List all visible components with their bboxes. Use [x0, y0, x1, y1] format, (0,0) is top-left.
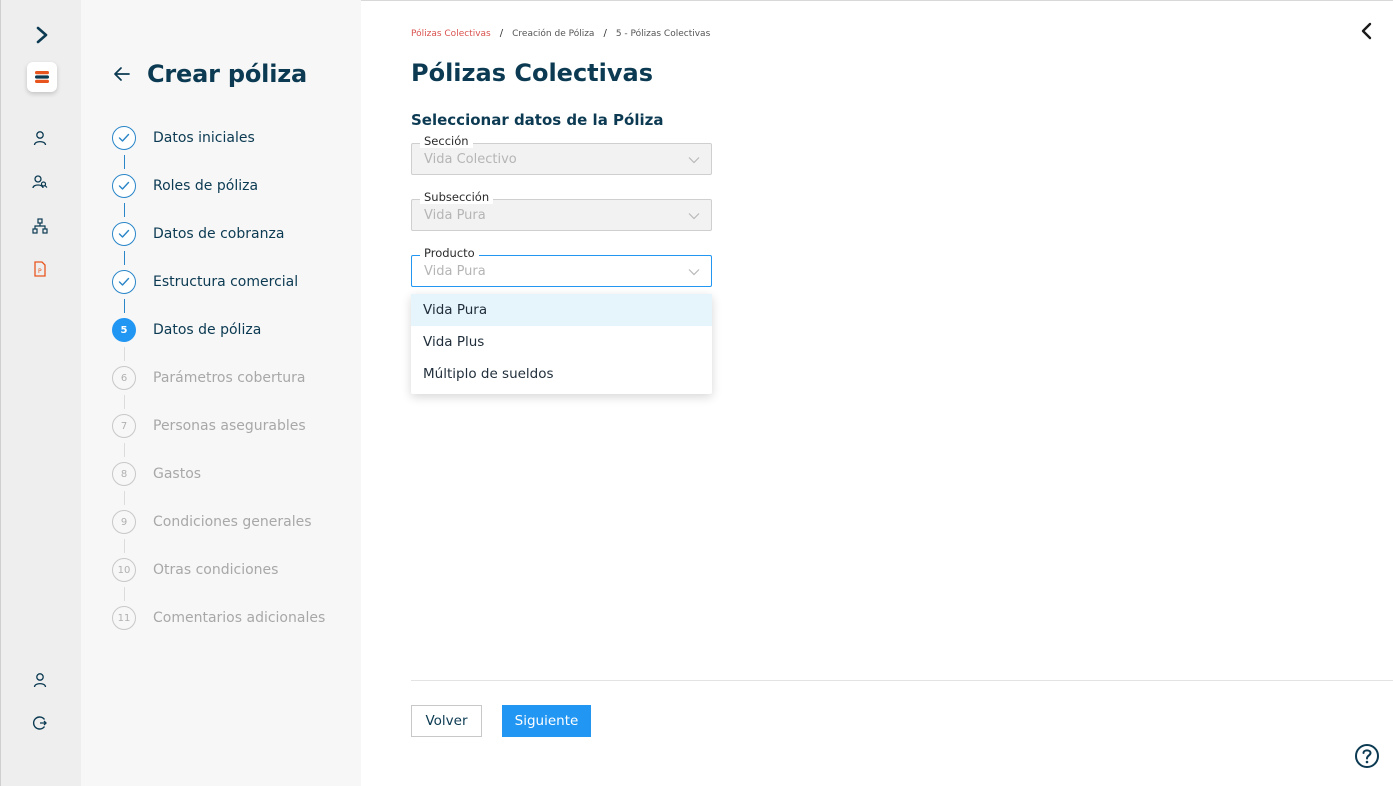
users-search-icon[interactable]	[29, 171, 51, 193]
step-connector	[124, 299, 125, 313]
step-label: Datos de cobranza	[153, 226, 285, 242]
document-icon[interactable]: P	[29, 258, 51, 280]
icon-rail: P	[0, 0, 81, 786]
collapse-icon[interactable]	[1355, 20, 1377, 42]
producto-value: Vida Pura	[424, 264, 486, 279]
profile-icon[interactable]	[29, 669, 51, 691]
step-number: 5	[112, 318, 136, 342]
step-check-icon	[112, 174, 136, 198]
step-5[interactable]: 5 Datos de póliza	[112, 317, 261, 343]
help-icon[interactable]	[1354, 743, 1380, 769]
stepper-title: Crear póliza	[147, 60, 307, 88]
producto-label: Producto	[420, 246, 479, 260]
step-11: 11 Comentarios adicionales	[112, 605, 325, 631]
producto-dropdown-menu: Vida Pura Vida Plus Múltiplo de sueldos	[411, 294, 712, 394]
subseccion-label: Subsección	[420, 190, 494, 204]
step-label: Datos de póliza	[153, 322, 262, 338]
subseccion-value: Vida Pura	[424, 208, 486, 223]
dropdown-option-multiplo-sueldos[interactable]: Múltiplo de sueldos	[411, 358, 712, 390]
step-3[interactable]: Datos de cobranza	[112, 221, 284, 247]
breadcrumb-separator: /	[499, 28, 504, 39]
step-label: Estructura comercial	[153, 274, 299, 290]
step-connector	[124, 347, 125, 361]
seccion-label: Sección	[420, 134, 473, 148]
step-connector	[124, 155, 125, 169]
step-8: 8 Gastos	[112, 461, 201, 487]
step-connector	[124, 203, 125, 217]
step-number: 8	[112, 462, 136, 486]
step-label: Condiciones generales	[153, 514, 312, 530]
step-label: Roles de póliza	[153, 178, 259, 194]
step-2[interactable]: Roles de póliza	[112, 173, 258, 199]
step-4[interactable]: Estructura comercial	[112, 269, 298, 295]
back-button[interactable]: Volver	[411, 705, 482, 737]
step-check-icon	[112, 270, 136, 294]
breadcrumb-item-current: 5 - Pólizas Colectivas	[615, 28, 711, 39]
section-title: Seleccionar datos de la Póliza	[411, 111, 664, 129]
page-title: Pólizas Colectivas	[411, 59, 653, 87]
stepper-panel: Crear póliza	[81, 0, 361, 786]
next-button[interactable]: Siguiente	[502, 705, 591, 737]
step-number: 6	[112, 366, 136, 390]
step-label: Datos iniciales	[153, 130, 255, 146]
back-arrow-icon[interactable]	[111, 63, 133, 85]
producto-select[interactable]: Producto Vida Pura	[411, 246, 712, 287]
step-label: Parámetros cobertura	[153, 370, 306, 386]
logo-icon	[27, 62, 57, 92]
breadcrumb-separator: /	[603, 28, 607, 39]
breadcrumb-item-creacion[interactable]: Creación de Póliza	[512, 29, 594, 39]
chevron-down-icon	[688, 157, 700, 164]
chevron-down-icon	[688, 269, 700, 276]
step-number: 9	[112, 510, 136, 534]
dropdown-option-vida-pura[interactable]: Vida Pura	[411, 294, 712, 326]
step-check-icon	[112, 222, 136, 246]
expand-icon[interactable]	[29, 22, 55, 48]
stepper-header: Crear póliza	[111, 60, 307, 88]
step-number: 11	[112, 606, 136, 630]
step-connector	[124, 491, 125, 505]
step-label: Personas asegurables	[153, 418, 306, 434]
step-connector	[124, 395, 125, 409]
breadcrumb: Pólizas Colectivas / Creación de Póliza …	[411, 28, 710, 39]
org-chart-icon[interactable]	[29, 215, 51, 237]
step-7: 7 Personas asegurables	[112, 413, 306, 439]
footer-divider	[411, 680, 1393, 681]
subseccion-select[interactable]: Subsección Vida Pura	[411, 190, 712, 231]
user-icon[interactable]	[29, 127, 51, 149]
logout-icon[interactable]	[29, 712, 51, 734]
step-6: 6 Parámetros cobertura	[112, 365, 305, 391]
step-connector	[124, 443, 125, 457]
step-1[interactable]: Datos iniciales	[112, 125, 255, 151]
step-9: 9 Condiciones generales	[112, 509, 312, 535]
breadcrumb-item-polizas[interactable]: Pólizas Colectivas	[411, 29, 491, 39]
seccion-value: Vida Colectivo	[424, 152, 517, 167]
dropdown-option-vida-plus[interactable]: Vida Plus	[411, 326, 712, 358]
step-10: 10 Otras condiciones	[112, 557, 278, 583]
step-number: 7	[112, 414, 136, 438]
step-connector	[124, 587, 125, 601]
step-label: Otras condiciones	[153, 562, 279, 578]
step-connector	[124, 539, 125, 553]
top-divider	[361, 0, 1393, 1]
step-label: Gastos	[153, 466, 202, 482]
svg-text:P: P	[38, 268, 42, 275]
step-number: 10	[112, 558, 136, 582]
chevron-down-icon	[688, 213, 700, 220]
step-label: Comentarios adicionales	[153, 610, 326, 626]
seccion-select[interactable]: Sección Vida Colectivo	[411, 134, 712, 175]
step-check-icon	[112, 126, 136, 150]
step-connector	[124, 251, 125, 265]
